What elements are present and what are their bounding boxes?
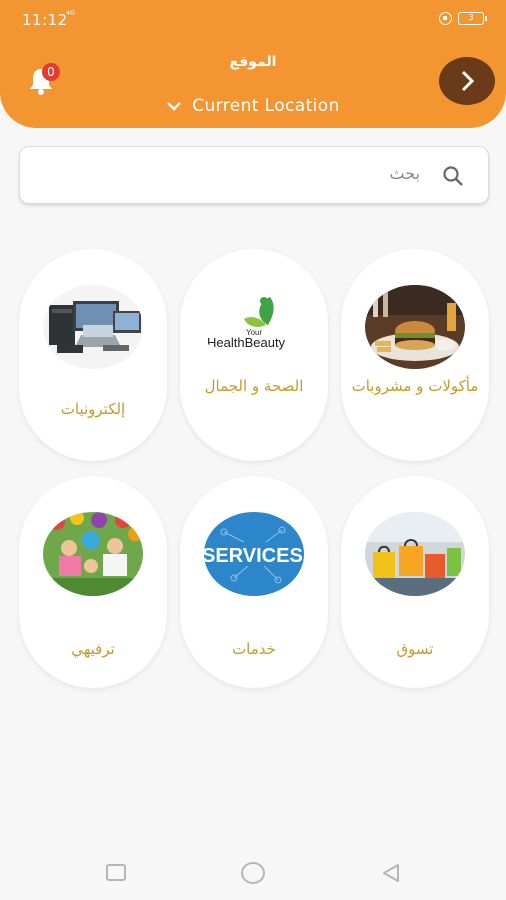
- chevron-right-icon: [461, 70, 475, 92]
- location-selector[interactable]: Current Location: [0, 96, 506, 116]
- logo-health-beauty-text: HealthBeauty: [207, 335, 286, 350]
- category-label: ترفيهي: [71, 640, 115, 658]
- services-image-text: SERVICES: [204, 545, 303, 567]
- search-bar[interactable]: بحث: [19, 146, 489, 204]
- kids-entertainment-image: [43, 512, 143, 596]
- forward-button[interactable]: [439, 57, 495, 105]
- category-card-services[interactable]: SERVICES خدمات: [180, 476, 328, 688]
- home-icon[interactable]: [241, 862, 265, 884]
- battery-icon: 3: [458, 12, 487, 25]
- location-label: الموقع: [229, 54, 277, 70]
- rotation-lock-icon: [439, 12, 452, 25]
- battery-level: 3: [468, 13, 474, 22]
- category-label: الصحة و الجمال: [204, 377, 304, 395]
- shopping-bags-image: [365, 512, 465, 596]
- category-card-entertainment[interactable]: ترفيهي: [19, 476, 167, 688]
- services-image: SERVICES: [204, 512, 304, 596]
- category-label: إلكترونيات: [60, 400, 126, 418]
- current-location-text: Current Location: [192, 96, 340, 116]
- status-icons: 3: [439, 12, 487, 25]
- category-label: تسوق: [396, 640, 434, 658]
- category-card-shopping[interactable]: تسوق: [341, 476, 489, 688]
- app-header: 11:12 ⁴ᴳ 3 0 الموقع Current Location: [0, 0, 506, 128]
- category-label: خدمات: [232, 640, 276, 658]
- search-icon: [443, 166, 463, 186]
- food-burger-image: [365, 285, 465, 369]
- search-placeholder: بحث: [389, 164, 421, 183]
- signal-indicator: ⁴ᴳ: [66, 10, 75, 21]
- category-card-food[interactable]: مأكولات و مشروبات: [341, 249, 489, 461]
- category-card-electronics[interactable]: إلكترونيات: [19, 249, 167, 461]
- system-navigation-bar: [0, 840, 506, 900]
- recent-apps-icon[interactable]: [106, 864, 126, 881]
- back-icon[interactable]: [380, 862, 402, 884]
- category-label: مأكولات و مشروبات: [351, 377, 479, 395]
- health-beauty-logo: Your HealthBeauty: [204, 285, 304, 369]
- category-card-health-beauty[interactable]: Your HealthBeauty الصحة و الجمال: [180, 249, 328, 461]
- chevron-down-icon: [167, 102, 182, 111]
- status-time: 11:12: [22, 11, 68, 29]
- electronics-devices-image: [43, 285, 143, 369]
